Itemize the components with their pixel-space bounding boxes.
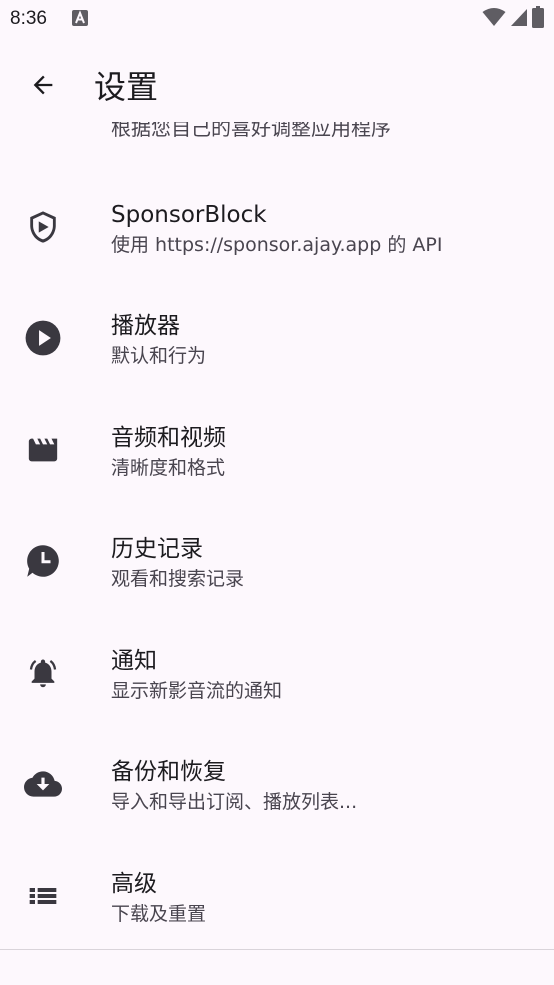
setting-summary: 使用 https://sponsor.ajay.app 的 API bbox=[111, 234, 443, 256]
setting-summary: 清晰度和格式 bbox=[111, 457, 226, 479]
arrow-back-icon bbox=[29, 71, 57, 103]
shield-icon bbox=[24, 208, 62, 246]
bell-icon bbox=[24, 654, 62, 692]
setting-item-audio-video[interactable]: 音频和视频 清晰度和格式 bbox=[0, 395, 554, 506]
setting-title: SponsorBlock bbox=[111, 202, 267, 228]
movie-clapper-icon bbox=[24, 431, 62, 469]
setting-item-history[interactable]: 历史记录 观看和搜索记录 bbox=[0, 506, 554, 617]
setting-title: 播放器 bbox=[111, 313, 180, 339]
battery-icon bbox=[532, 6, 544, 32]
setting-title: 备份和恢复 bbox=[111, 759, 226, 785]
wifi-icon bbox=[482, 7, 506, 31]
setting-summary: 显示新影音流的通知 bbox=[111, 680, 283, 702]
setting-item-player[interactable]: 播放器 默认和行为 bbox=[0, 283, 554, 394]
text-a-notification-icon bbox=[72, 10, 88, 26]
status-time: 8:36 bbox=[10, 8, 47, 29]
previous-item-summary: 根据您自己的喜好调整应用程序 bbox=[111, 122, 391, 140]
cloud-download-icon bbox=[24, 765, 62, 803]
status-icons bbox=[482, 6, 544, 32]
setting-summary: 导入和导出订阅、播放列表... bbox=[111, 791, 358, 813]
setting-summary: 默认和行为 bbox=[111, 345, 207, 367]
setting-title: 音频和视频 bbox=[111, 425, 226, 451]
bottom-divider bbox=[0, 949, 554, 950]
status-bar: 8:36 bbox=[0, 0, 554, 40]
setting-title: 通知 bbox=[111, 648, 157, 674]
page-title: 设置 bbox=[94, 68, 159, 106]
play-circle-icon bbox=[24, 319, 62, 357]
cell-signal-icon bbox=[510, 7, 528, 31]
history-chat-clock-icon bbox=[24, 542, 62, 580]
settings-list[interactable]: 根据您自己的喜好调整应用程序 SponsorBlock 使用 https://s… bbox=[0, 122, 554, 950]
setting-item-sponsorblock[interactable]: SponsorBlock 使用 https://sponsor.ajay.app… bbox=[0, 172, 554, 283]
setting-item-notifications[interactable]: 通知 显示新影音流的通知 bbox=[0, 618, 554, 729]
list-icon bbox=[24, 877, 62, 915]
back-button[interactable] bbox=[20, 64, 66, 110]
setting-summary: 下载及重置 bbox=[111, 903, 207, 925]
setting-summary: 观看和搜索记录 bbox=[111, 568, 245, 590]
setting-item-backup-restore[interactable]: 备份和恢复 导入和导出订阅、播放列表... bbox=[0, 729, 554, 840]
setting-title: 历史记录 bbox=[111, 536, 203, 562]
setting-title: 高级 bbox=[111, 871, 157, 897]
setting-item-advanced[interactable]: 高级 下载及重置 bbox=[0, 841, 554, 950]
top-app-bar: 设置 bbox=[0, 44, 554, 130]
